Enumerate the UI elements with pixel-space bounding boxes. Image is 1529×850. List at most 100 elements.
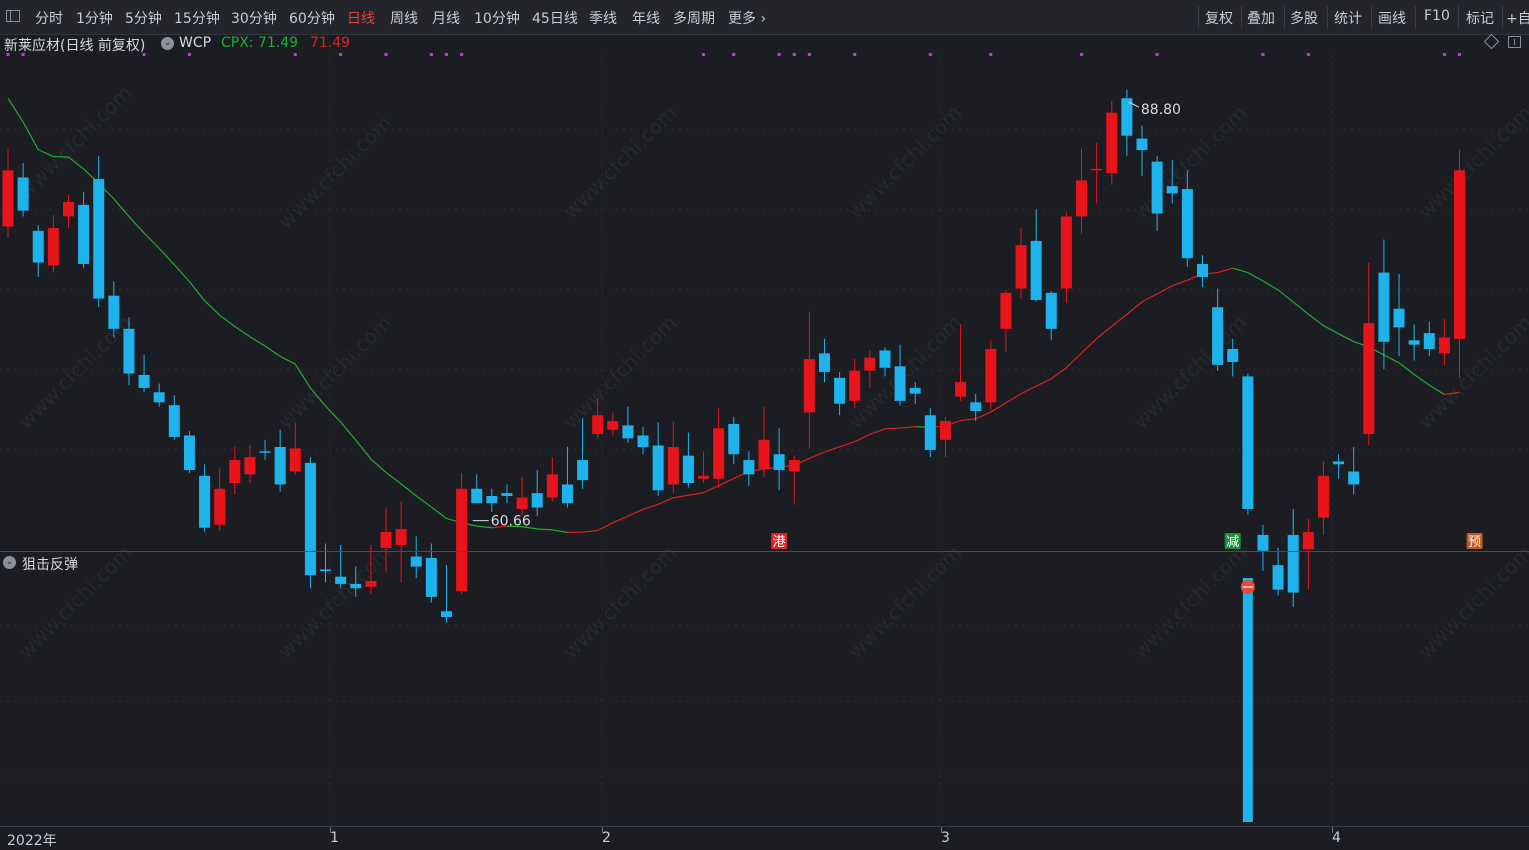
marker-text: 港 — [773, 535, 786, 550]
moving-average-segment — [326, 406, 341, 422]
candle-body — [441, 611, 452, 617]
moving-average-segment — [1021, 386, 1036, 394]
candle-body — [1439, 337, 1450, 353]
candle-body — [819, 353, 830, 372]
candle-body — [275, 447, 286, 484]
moving-average-segment — [341, 422, 356, 440]
moving-average-segment — [250, 337, 265, 346]
moving-average-segment — [220, 315, 235, 326]
candle-body — [1000, 293, 1011, 329]
candle-body — [350, 584, 361, 588]
signal-dot — [702, 53, 705, 56]
candle-body — [668, 447, 679, 484]
signal-dot — [778, 53, 781, 56]
candle-body — [1106, 113, 1117, 174]
signal-dot — [22, 53, 25, 56]
moving-average-segment — [885, 428, 900, 429]
candle-body — [3, 170, 14, 226]
candle-body — [33, 231, 44, 263]
moving-average-segment — [416, 496, 431, 507]
candle-body — [925, 415, 936, 450]
candle-body — [683, 456, 694, 483]
candle-body — [895, 366, 906, 401]
moving-average-segment — [1036, 379, 1051, 386]
signal-dot — [294, 53, 297, 56]
signal-dot — [853, 53, 856, 56]
axis-label-month-4: 4 — [1332, 830, 1341, 846]
candle-body — [864, 358, 875, 371]
panel-divider[interactable] — [0, 551, 1529, 552]
candle-body — [1182, 189, 1193, 258]
marker-text: 减 — [1226, 535, 1239, 550]
candle-body — [229, 460, 240, 483]
signal-dot — [1156, 53, 1159, 56]
moving-average-segment — [991, 403, 1006, 412]
moving-average-segment — [1112, 314, 1127, 326]
moving-average-segment — [704, 486, 719, 493]
moving-average-segment — [477, 526, 492, 528]
candle-body — [1257, 535, 1268, 551]
candle-body — [305, 463, 316, 575]
moving-average-segment — [401, 484, 416, 496]
candle-body — [154, 392, 165, 402]
moving-average-segment — [189, 282, 204, 301]
candle-body — [456, 489, 467, 591]
moving-average-segment — [1051, 368, 1066, 379]
signal-dot — [460, 53, 463, 56]
moving-average-segment — [1293, 302, 1308, 314]
candle-body — [123, 329, 134, 374]
candle-body — [1348, 472, 1359, 485]
candle-body — [1424, 333, 1435, 349]
moving-average-segment — [68, 157, 83, 169]
moving-average-segment — [840, 442, 855, 447]
sub-indicator-dropdown-icon[interactable]: ⌄ — [3, 556, 16, 569]
candle-body — [1016, 245, 1027, 288]
candle-body — [18, 178, 29, 211]
candle-body — [940, 421, 951, 440]
candle-body — [743, 460, 754, 474]
candle-body — [169, 405, 180, 437]
candle-body — [381, 532, 392, 548]
candle-body — [471, 489, 482, 503]
time-axis: 2022年 1 2 3 4 — [0, 826, 1529, 849]
candle-body — [1167, 186, 1178, 193]
candle-body — [577, 460, 588, 480]
signal-dot — [430, 53, 433, 56]
candle-body — [1242, 376, 1253, 509]
candle-body — [244, 457, 255, 474]
signal-dot — [445, 53, 448, 56]
candle-body — [789, 460, 800, 472]
candle-body — [1137, 139, 1148, 151]
moving-average-segment — [129, 217, 144, 233]
moving-average-segment — [265, 346, 280, 356]
axis-label-month-2: 2 — [602, 830, 611, 846]
candle-body — [411, 557, 422, 567]
candle-body — [1227, 349, 1238, 362]
axis-label-month-3: 3 — [941, 830, 950, 846]
candle-body — [955, 382, 966, 396]
signal-dot — [732, 53, 735, 56]
candlestick-chart[interactable]: 88.8060.66港减预 — [0, 0, 1529, 848]
signal-dot — [989, 53, 992, 56]
moving-average-segment — [1323, 326, 1338, 334]
candle-body — [653, 446, 664, 491]
candle-body — [48, 228, 59, 265]
high-price-label: 88.80 — [1141, 102, 1181, 118]
moving-average-segment — [719, 479, 734, 486]
marker-text: 预 — [1468, 535, 1481, 550]
candle-body — [501, 493, 512, 496]
sub-indicator-name[interactable]: 狙击反弹 — [22, 554, 78, 574]
candle-body — [638, 435, 649, 447]
candle-body — [804, 359, 815, 412]
moving-average-segment — [598, 523, 613, 531]
moving-average-segment — [824, 447, 839, 452]
signal-dot — [188, 53, 191, 56]
candle-body — [335, 577, 346, 584]
moving-average-segment — [1399, 363, 1414, 375]
candle-body — [1152, 162, 1163, 214]
candle-body — [562, 484, 573, 503]
moving-average-segment — [386, 472, 401, 484]
moving-average-segment — [1142, 294, 1157, 302]
moving-average-segment — [1006, 394, 1021, 403]
moving-average-segment — [1384, 355, 1399, 363]
